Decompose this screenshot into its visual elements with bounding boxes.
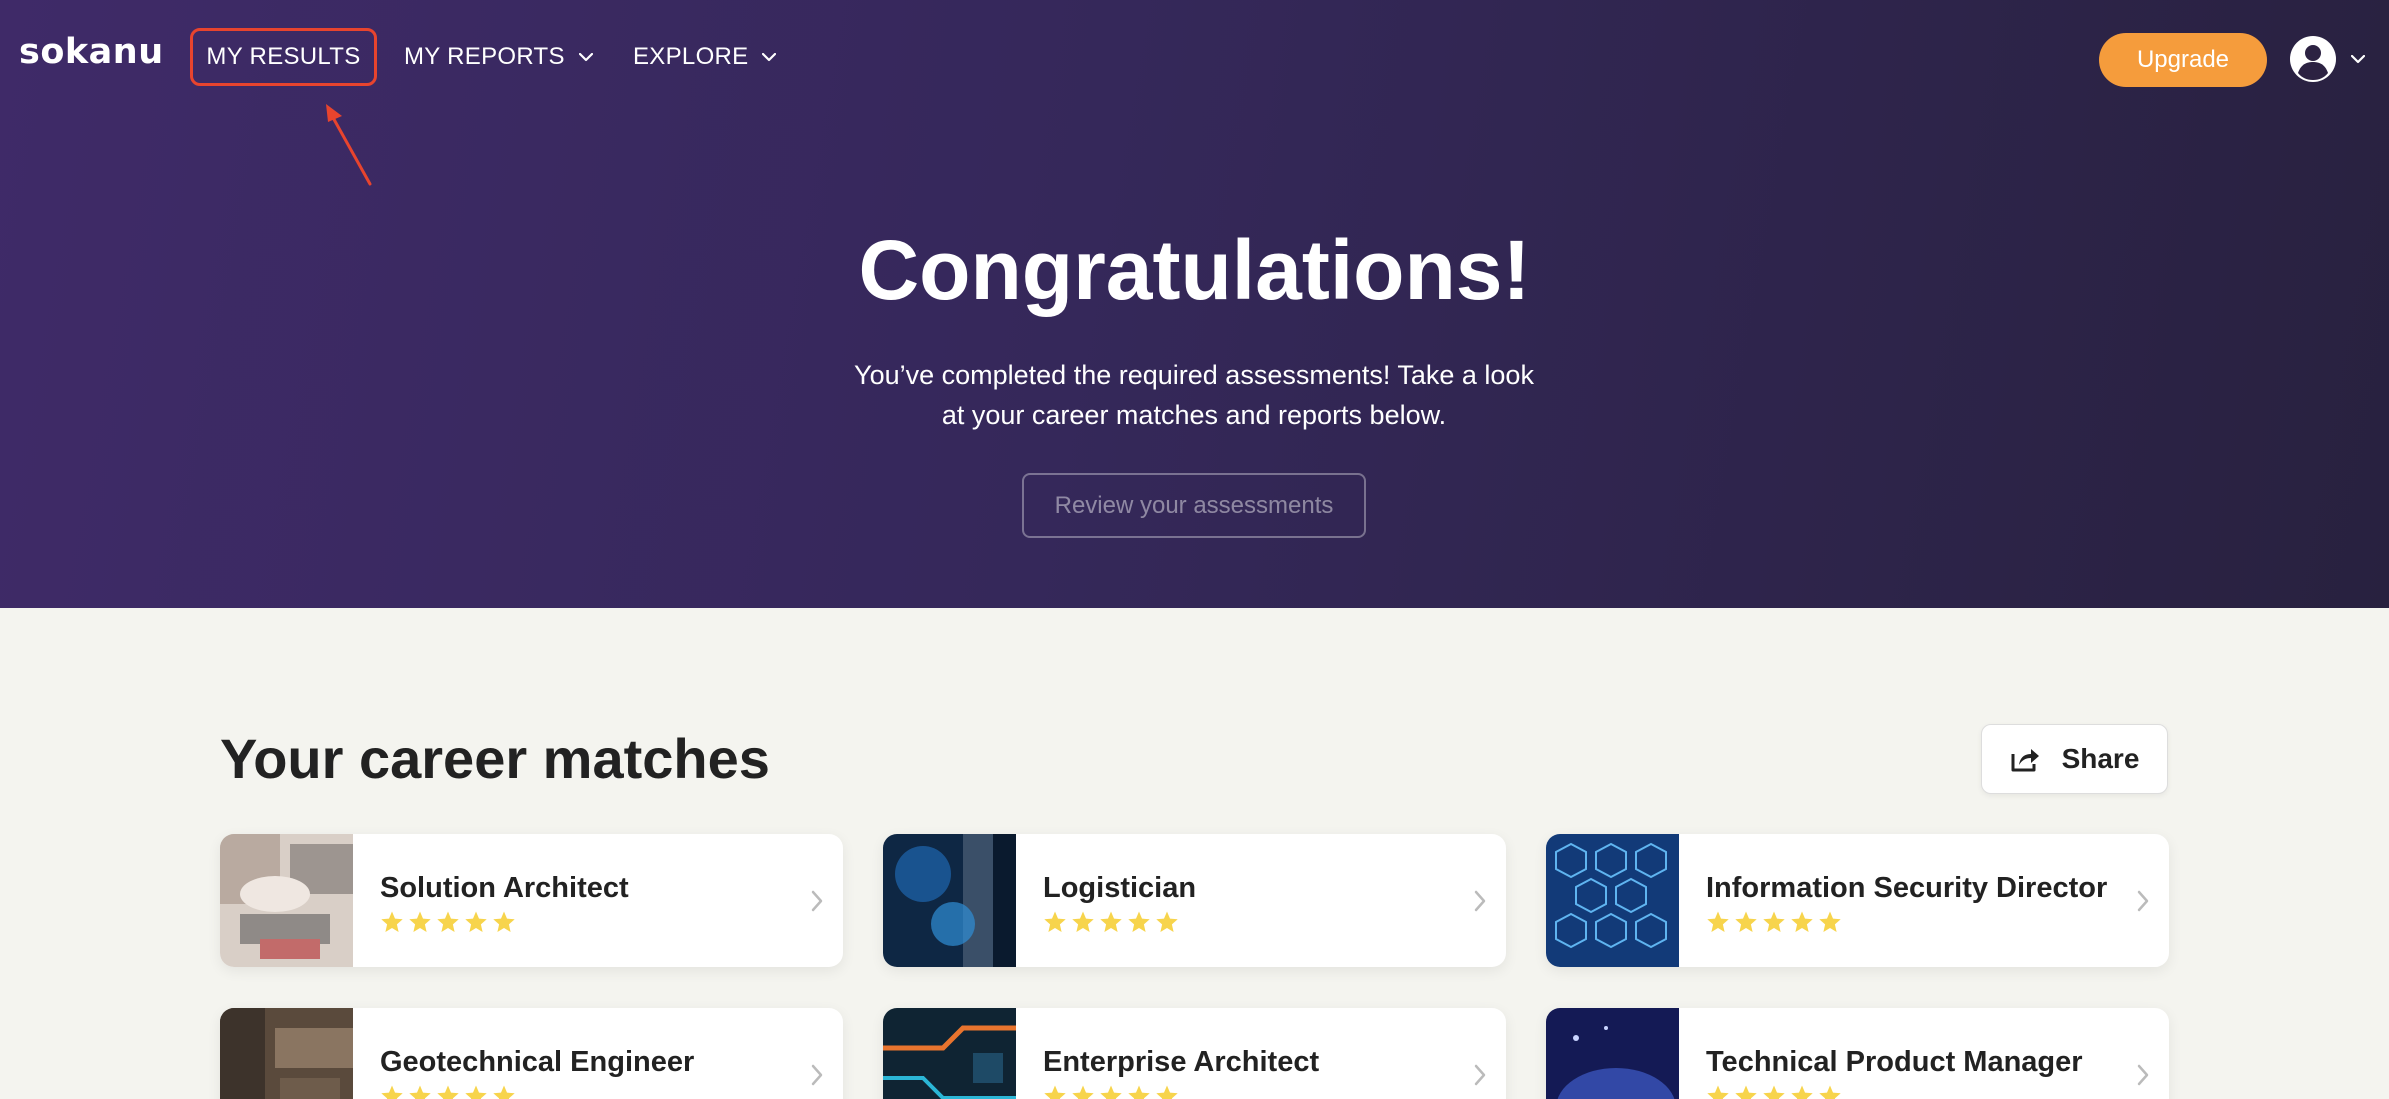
star-icon (1044, 1085, 1066, 1099)
career-thumbnail (883, 1008, 1016, 1099)
rating-stars (380, 1084, 516, 1099)
career-title: Technical Product Manager (1706, 1046, 2083, 1078)
star-icon (465, 911, 487, 932)
review-assessments-button[interactable]: Review your assessments (1022, 473, 1366, 538)
hero-title: Congratulations! (858, 223, 1531, 317)
star-icon (1707, 1085, 1729, 1099)
star-icon (1156, 1085, 1178, 1099)
career-title: Logistician (1043, 872, 1197, 904)
nav-my-reports[interactable]: MY REPORTS (404, 28, 593, 86)
career-card-information-security-director[interactable]: Information Security Director (1546, 834, 2169, 967)
nav-my-reports-label: MY REPORTS (404, 43, 565, 70)
hero-banner: sokanu MY RESULTS MY REPORTS EXPLORE Upg… (0, 0, 2389, 608)
star-icon (409, 1085, 431, 1099)
career-thumbnail (883, 834, 1016, 967)
star-icon (1735, 911, 1757, 932)
chevron-down-icon (2351, 54, 2365, 63)
star-icon (1072, 911, 1094, 932)
annotation-arrow-icon (326, 104, 372, 186)
career-thumbnail (220, 834, 353, 967)
career-card-geotechnical-engineer[interactable]: Geotechnical Engineer (220, 1008, 843, 1099)
user-avatar-icon (2290, 36, 2336, 82)
rating-stars (1706, 910, 1842, 934)
star-icon (1100, 1085, 1122, 1099)
star-icon (409, 911, 431, 932)
career-matches-title: Your career matches (220, 727, 770, 790)
career-thumbnail (1546, 834, 1679, 967)
star-icon (1128, 1085, 1150, 1099)
career-thumbnail (1546, 1008, 1679, 1099)
star-icon (1128, 911, 1150, 932)
career-title: Information Security Director (1706, 872, 2108, 904)
career-card-logistician[interactable]: Logistician (883, 834, 1506, 967)
career-title: Enterprise Architect (1043, 1046, 1320, 1078)
star-icon (1707, 911, 1729, 932)
star-icon (1819, 911, 1841, 932)
hero-subtitle: You’ve completed the required assessment… (854, 360, 1534, 430)
star-icon (437, 911, 459, 932)
star-icon (1763, 1085, 1785, 1099)
star-icon (1072, 1085, 1094, 1099)
chevron-right-icon (811, 890, 823, 912)
chevron-right-icon (2137, 890, 2149, 912)
star-icon (437, 1085, 459, 1099)
star-icon (381, 911, 403, 932)
sokanu-logo[interactable]: sokanu (19, 32, 164, 72)
career-card-technical-product-manager[interactable]: Technical Product Manager (1546, 1008, 2169, 1099)
star-icon (1044, 911, 1066, 932)
account-menu[interactable] (2289, 34, 2369, 84)
star-icon (1791, 1085, 1813, 1099)
nav-my-results[interactable]: MY RESULTS (190, 28, 377, 86)
nav-explore[interactable]: EXPLORE (633, 28, 777, 86)
chevron-down-icon (578, 52, 593, 61)
nav-explore-label: EXPLORE (633, 43, 749, 70)
chevron-right-icon (1474, 890, 1486, 912)
star-icon (493, 911, 515, 932)
rating-stars (1706, 1084, 1842, 1099)
rating-stars (380, 910, 516, 934)
star-icon (1819, 1085, 1841, 1099)
chevron-right-icon (2137, 1064, 2149, 1086)
share-button[interactable]: Share (1981, 724, 2168, 794)
chevron-right-icon (811, 1064, 823, 1086)
star-icon (465, 1085, 487, 1099)
star-icon (381, 1085, 403, 1099)
share-icon (2011, 749, 2039, 772)
nav-my-results-label: MY RESULTS (206, 43, 361, 70)
star-icon (1735, 1085, 1757, 1099)
star-icon (1763, 911, 1785, 932)
star-icon (1791, 911, 1813, 932)
chevron-right-icon (1474, 1064, 1486, 1086)
share-button-label: Share (2061, 743, 2140, 774)
rating-stars (1043, 1084, 1179, 1099)
star-icon (493, 1085, 515, 1099)
upgrade-button[interactable]: Upgrade (2099, 33, 2267, 87)
career-title: Geotechnical Engineer (380, 1046, 695, 1078)
career-thumbnail (220, 1008, 353, 1099)
career-card-solution-architect[interactable]: Solution Architect (220, 834, 843, 967)
star-icon (1100, 911, 1122, 932)
rating-stars (1043, 910, 1179, 934)
career-card-enterprise-architect[interactable]: Enterprise Architect (883, 1008, 1506, 1099)
career-title: Solution Architect (380, 872, 629, 904)
star-icon (1156, 911, 1178, 932)
chevron-down-icon (762, 52, 777, 61)
